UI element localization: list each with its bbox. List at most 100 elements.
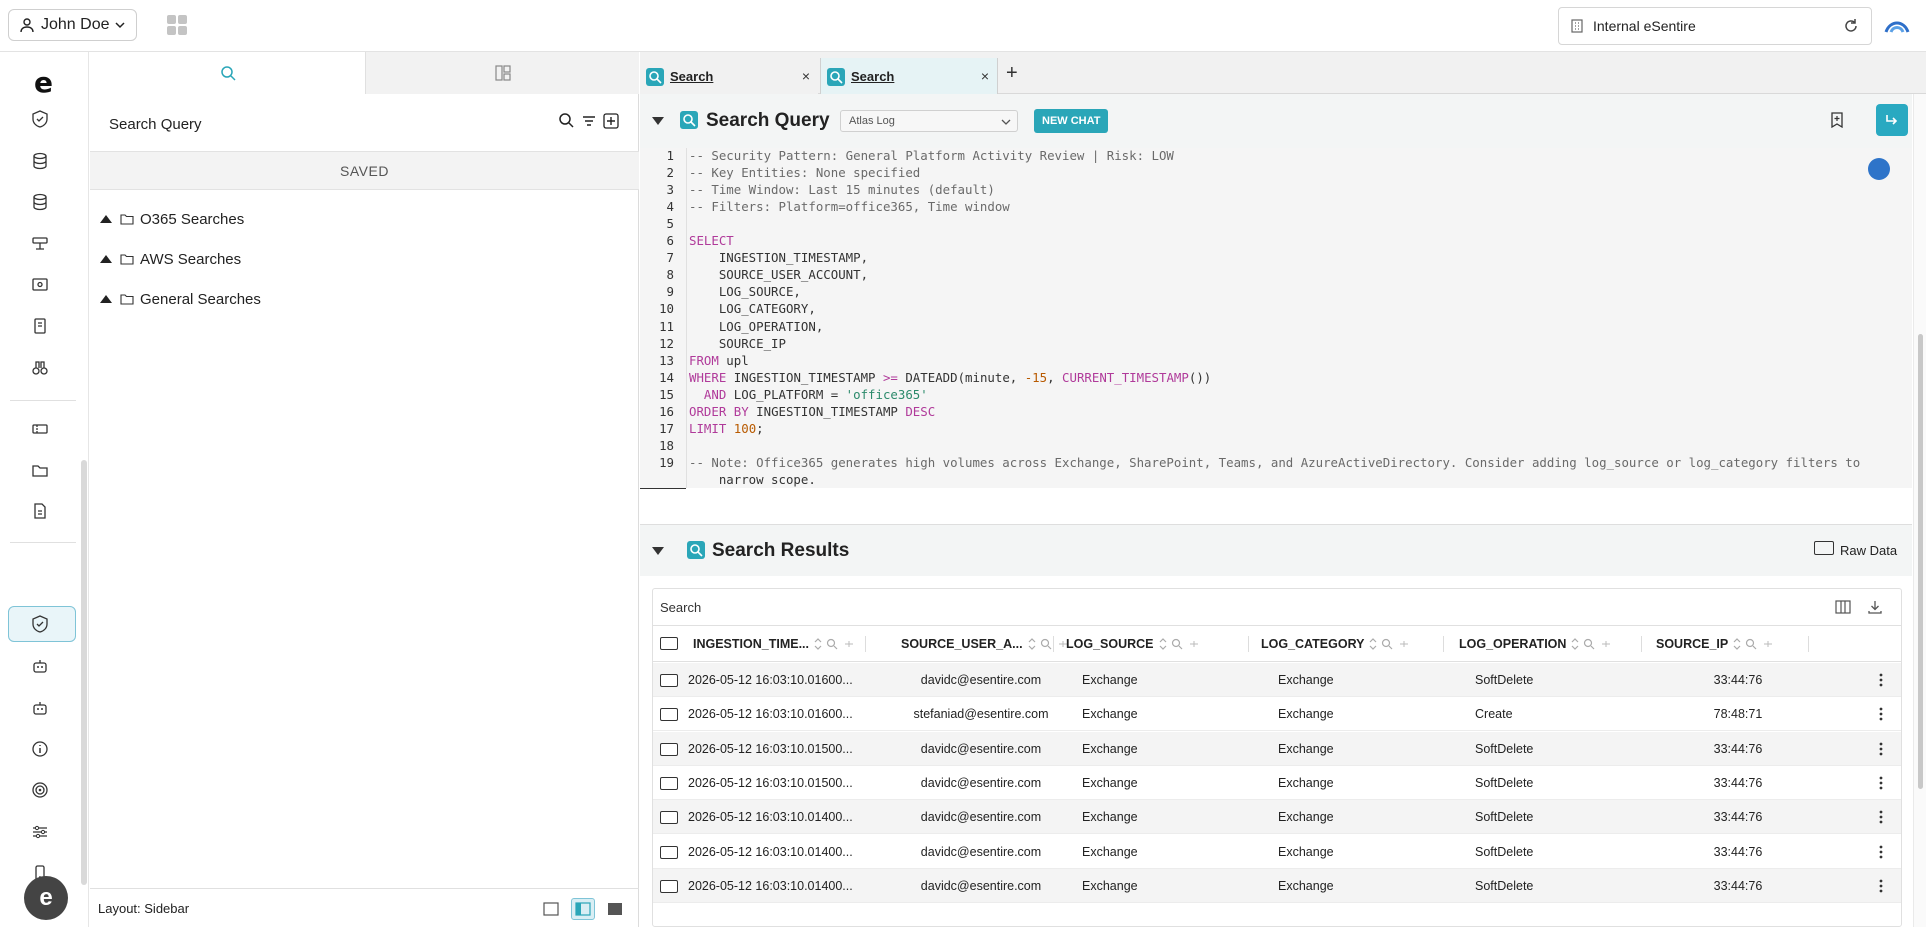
close-tab-icon[interactable]: × bbox=[802, 68, 810, 84]
sort-filter-icon[interactable] bbox=[1368, 637, 1414, 651]
row-checkbox[interactable] bbox=[660, 708, 678, 722]
table-row[interactable]: 2026-05-12 16:03:10.01400... davidc@esent… bbox=[653, 800, 1901, 835]
ai-assist-icon[interactable] bbox=[1868, 158, 1890, 180]
code-line[interactable]: LOG_CATEGORY, bbox=[689, 301, 816, 316]
shield-icon[interactable] bbox=[31, 110, 49, 128]
new-chat-button[interactable]: NEW CHAT bbox=[1034, 109, 1109, 133]
code-line[interactable]: SOURCE_IP bbox=[689, 336, 786, 351]
chat-assistant-button[interactable]: e bbox=[24, 876, 68, 920]
collapse-results-icon[interactable] bbox=[652, 547, 664, 555]
code-line[interactable]: -- Time Window: Last 15 minutes (default… bbox=[689, 182, 995, 197]
table-row[interactable]: 2026-05-12 16:03:10.01400... davidc@esent… bbox=[653, 868, 1901, 903]
source-select[interactable]: Atlas Log bbox=[840, 110, 1018, 132]
query-editor[interactable]: 1 -- Security Pattern: General Platform A… bbox=[640, 148, 1912, 489]
run-query-button[interactable] bbox=[1876, 104, 1908, 136]
tab-search[interactable] bbox=[90, 52, 365, 94]
column-header[interactable]: SOURCE_IP bbox=[1656, 626, 1778, 662]
row-menu-icon[interactable] bbox=[1878, 809, 1884, 825]
collapse-query-icon[interactable] bbox=[652, 117, 664, 125]
network-icon[interactable] bbox=[31, 235, 49, 253]
ticket-icon[interactable] bbox=[31, 420, 49, 438]
code-line[interactable]: ORDER BY INGESTION_TIMESTAMP DESC bbox=[689, 404, 935, 419]
table-row[interactable]: 2026-05-12 16:03:10.01400... davidc@esent… bbox=[653, 835, 1901, 869]
column-resize-handle[interactable] bbox=[1053, 636, 1054, 652]
collapse-triangle-icon[interactable] bbox=[100, 215, 112, 223]
code-line[interactable]: LOG_SOURCE, bbox=[689, 284, 801, 299]
apps-grid-icon[interactable] bbox=[166, 14, 188, 36]
row-checkbox[interactable] bbox=[660, 742, 678, 756]
robot-icon[interactable] bbox=[31, 657, 49, 675]
table-row[interactable]: 2026-05-12 16:03:10.01500... davidc@esent… bbox=[653, 731, 1901, 766]
sort-filter-icon[interactable] bbox=[1732, 637, 1778, 651]
folder-item[interactable]: General Searches bbox=[100, 287, 261, 311]
folder-item[interactable]: O365 Searches bbox=[100, 207, 244, 231]
code-line[interactable]: LOG_OPERATION, bbox=[689, 319, 823, 334]
refresh-icon[interactable] bbox=[1843, 18, 1859, 34]
row-checkbox[interactable] bbox=[660, 879, 678, 893]
sort-filter-icon[interactable] bbox=[1570, 637, 1616, 651]
row-checkbox[interactable] bbox=[660, 811, 678, 825]
column-header[interactable]: LOG_CATEGORY bbox=[1261, 626, 1414, 662]
code-line[interactable]: narrow scope. bbox=[689, 472, 816, 487]
table-row[interactable]: 2026-05-12 16:03:10.01600... stefaniad@es… bbox=[653, 697, 1901, 732]
column-resize-handle[interactable] bbox=[1808, 636, 1809, 652]
column-header[interactable]: SOURCE_USER_A... bbox=[901, 626, 1073, 662]
add-search-icon[interactable] bbox=[603, 113, 619, 129]
row-checkbox[interactable] bbox=[660, 776, 678, 790]
folder-open-icon[interactable] bbox=[31, 461, 49, 479]
shield-check-icon[interactable] bbox=[31, 615, 49, 633]
code-line[interactable]: -- Filters: Platform=office365, Time win… bbox=[689, 199, 1010, 214]
scrollbar-thumb[interactable] bbox=[1918, 334, 1923, 789]
code-line[interactable]: FROM upl bbox=[689, 353, 749, 368]
grid-search-input[interactable]: Search bbox=[660, 600, 701, 615]
code-line[interactable]: SELECT bbox=[689, 233, 734, 248]
collapse-triangle-icon[interactable] bbox=[100, 255, 112, 263]
columns-icon[interactable] bbox=[1835, 599, 1851, 615]
tenant-selector[interactable]: Internal eSentire bbox=[1558, 7, 1872, 45]
binoculars-icon[interactable] bbox=[31, 359, 49, 377]
row-menu-icon[interactable] bbox=[1878, 672, 1884, 688]
row-menu-icon[interactable] bbox=[1878, 775, 1884, 791]
grid-search-bar[interactable]: Search bbox=[653, 589, 1901, 626]
info-icon[interactable] bbox=[31, 740, 49, 758]
column-header[interactable]: INGESTION_TIME... bbox=[693, 626, 859, 662]
download-icon[interactable] bbox=[1867, 599, 1883, 615]
row-checkbox[interactable] bbox=[660, 845, 678, 859]
select-all-checkbox[interactable] bbox=[660, 637, 678, 650]
monitor-icon[interactable] bbox=[31, 276, 49, 294]
code-line[interactable]: AND LOG_PLATFORM = 'office365' bbox=[689, 387, 928, 402]
tab-layout[interactable] bbox=[365, 52, 639, 94]
report-icon[interactable] bbox=[31, 502, 49, 520]
row-menu-icon[interactable] bbox=[1878, 878, 1884, 894]
storage-icon[interactable] bbox=[31, 193, 49, 211]
column-resize-handle[interactable] bbox=[1641, 636, 1642, 652]
close-tab-icon[interactable]: × bbox=[981, 68, 989, 84]
sliders-icon[interactable] bbox=[31, 823, 49, 841]
layout-single-button[interactable] bbox=[539, 898, 563, 920]
search-icon[interactable] bbox=[558, 112, 574, 128]
nav-scrollbar[interactable] bbox=[81, 460, 87, 885]
code-line[interactable]: -- Key Entities: None specified bbox=[689, 165, 920, 180]
fingerprint-icon[interactable] bbox=[31, 781, 49, 799]
row-menu-icon[interactable] bbox=[1878, 706, 1884, 722]
table-row[interactable]: 2026-05-12 16:03:10.01500... davidc@esent… bbox=[653, 766, 1901, 800]
row-checkbox[interactable] bbox=[660, 674, 678, 687]
bookmark-add-icon[interactable] bbox=[1830, 112, 1844, 128]
add-tab-icon[interactable]: + bbox=[1006, 63, 1018, 83]
sort-filter-icon[interactable] bbox=[1158, 637, 1204, 651]
column-resize-handle[interactable] bbox=[1248, 636, 1249, 652]
user-menu-button[interactable]: John Doe bbox=[8, 9, 137, 41]
column-header[interactable]: LOG_SOURCE bbox=[1066, 626, 1204, 662]
filter-icon[interactable] bbox=[582, 115, 596, 127]
collapse-triangle-icon[interactable] bbox=[100, 295, 112, 303]
code-line[interactable]: -- Security Pattern: General Platform Ac… bbox=[689, 148, 1174, 163]
column-header[interactable]: LOG_OPERATION bbox=[1459, 626, 1616, 662]
raw-data-checkbox[interactable] bbox=[1814, 541, 1834, 555]
folder-item[interactable]: AWS Searches bbox=[100, 247, 241, 271]
sort-filter-icon[interactable] bbox=[813, 637, 859, 651]
layout-sidebar-button[interactable] bbox=[571, 898, 595, 920]
code-line[interactable]: WHERE INGESTION_TIMESTAMP >= DATEADD(min… bbox=[689, 370, 1211, 385]
row-menu-icon[interactable] bbox=[1878, 844, 1884, 860]
code-line[interactable]: LIMIT 100; bbox=[689, 421, 764, 436]
main-scrollbar[interactable] bbox=[1913, 94, 1926, 927]
